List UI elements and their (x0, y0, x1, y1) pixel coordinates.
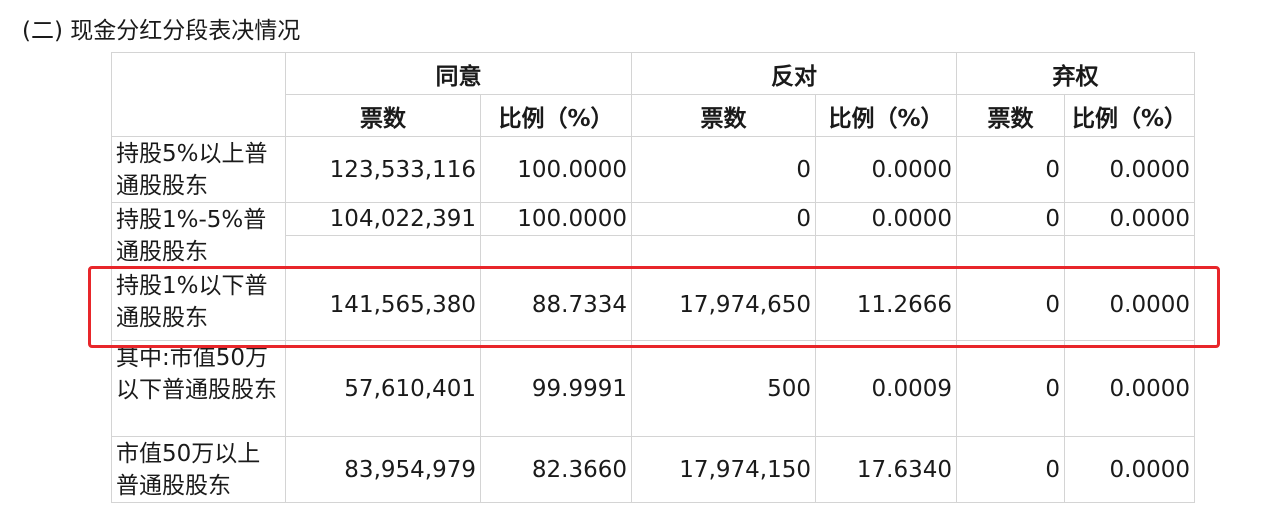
agree-ratio: 82.3660 (480, 436, 632, 503)
voting-results-table: 同意 反对 弃权 票数 比例（%） 票数 比例（%） 票数 比例（%） 持股5%… (111, 52, 1195, 503)
abstain-ratio: 0.0000 (1064, 436, 1195, 503)
against-ratio-header: 比例（%） (815, 94, 957, 137)
agree-ratio-header: 比例（%） (480, 94, 632, 137)
abstain-votes: 0 (956, 268, 1065, 341)
against-ratio: 11.2666 (815, 268, 957, 341)
table-row: 持股1%以下普通股股东 141,565,380 88.7334 17,974,6… (111, 268, 1195, 341)
corner-cell (111, 52, 286, 137)
abstain-votes: 0 (956, 202, 1065, 236)
abstain-votes: 0 (956, 436, 1065, 503)
section-heading: (二) 现金分红分段表决情况 (22, 18, 301, 44)
table-row: 持股5%以上普通股股东 123,533,116 100.0000 0 0.000… (111, 136, 1195, 203)
against-votes: 500 (631, 340, 816, 437)
agree-votes-header: 票数 (285, 94, 481, 137)
agree-ratio: 100.0000 (480, 202, 632, 236)
row-label: 市值50万以上普通股股东 (111, 436, 286, 503)
against-votes: 17,974,650 (631, 268, 816, 341)
agree-votes: 123,533,116 (285, 136, 481, 203)
agree-votes: 141,565,380 (285, 268, 481, 341)
agree-ratio: 100.0000 (480, 136, 632, 203)
group-header-row: 同意 反对 弃权 (111, 52, 1195, 137)
group-header-against: 反对 (631, 52, 957, 95)
abstain-ratio: 0.0000 (1064, 202, 1195, 236)
table-row: 持股1%-5%普通股股东 104,022,391 100.0000 0 0.00… (111, 202, 1195, 269)
agree-ratio: 88.7334 (480, 268, 632, 341)
agree-votes: 104,022,391 (285, 202, 481, 236)
group-header-abstain: 弃权 (956, 52, 1195, 95)
against-votes: 17,974,150 (631, 436, 816, 503)
against-ratio: 0.0000 (815, 202, 957, 236)
abstain-votes: 0 (956, 340, 1065, 437)
row-label-cell: 持股1%-5%普通股股东 (111, 202, 286, 269)
against-ratio: 0.0009 (815, 340, 957, 437)
abstain-ratio: 0.0000 (1064, 340, 1195, 437)
table-row: 市值50万以上普通股股东 83,954,979 82.3660 17,974,1… (111, 436, 1195, 503)
against-ratio: 0.0000 (815, 136, 957, 203)
against-ratio: 17.6340 (815, 436, 957, 503)
agree-votes: 83,954,979 (285, 436, 481, 503)
group-header-agree: 同意 (285, 52, 632, 95)
against-votes-header: 票数 (631, 94, 816, 137)
abstain-votes-header: 票数 (956, 94, 1065, 137)
row-label: 持股5%以上普通股股东 (111, 136, 286, 203)
row-label: 持股1%以下普通股股东 (111, 268, 286, 341)
abstain-ratio: 0.0000 (1064, 136, 1195, 203)
agree-votes: 57,610,401 (285, 340, 481, 437)
row-label: 其中:市值50万以下普通股股东 (111, 340, 286, 437)
against-votes: 0 (631, 136, 816, 203)
agree-ratio: 99.9991 (480, 340, 632, 437)
against-votes: 0 (631, 202, 816, 236)
table-row: 其中:市值50万以下普通股股东 57,610,401 99.9991 500 0… (111, 340, 1195, 437)
abstain-ratio: 0.0000 (1064, 268, 1195, 341)
row-label: 持股1%-5%普通股股东 (116, 207, 267, 265)
abstain-ratio-header: 比例（%） (1064, 94, 1195, 137)
abstain-votes: 0 (956, 136, 1065, 203)
